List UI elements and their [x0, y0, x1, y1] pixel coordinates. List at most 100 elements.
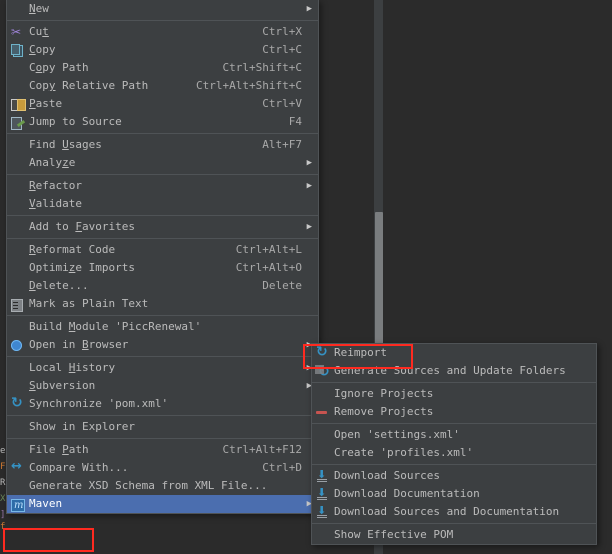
menu-item-label: Show Effective POM [334, 528, 454, 541]
submenu-item-download-documentation[interactable]: Download Documentation▶ [312, 484, 596, 503]
menu-item-shortcut: Ctrl+Alt+F12 [222, 443, 302, 456]
menu-separator [7, 315, 318, 316]
menu-separator [7, 438, 318, 439]
menu-item-label: Synchronize 'pom.xml' [29, 397, 169, 410]
compare-icon [7, 458, 29, 477]
menu-item-file-path[interactable]: File PathCtrl+Alt+F12▶ [7, 441, 318, 459]
jump-to-source-icon-glyph [11, 117, 22, 130]
menu-icon-slot [7, 241, 29, 259]
menu-item-label: Build Module 'PiccRenewal' [29, 320, 202, 333]
menu-item-label: Refactor [29, 179, 82, 192]
submenu-item-download-sources-and-documentation[interactable]: Download Sources and Documentation▶ [312, 502, 596, 521]
menu-icon-slot [7, 441, 29, 459]
menu-item-label: Copy [29, 43, 56, 56]
menu-icon-slot [7, 195, 29, 213]
reimport-refresh-icon [312, 343, 334, 362]
chevron-right-icon: ▶ [306, 4, 312, 14]
menu-icon-slot [312, 385, 334, 403]
download-icon-glyph [316, 466, 328, 484]
submenu-item-generate-sources-and-update-folders[interactable]: Generate Sources and Update Folders▶ [312, 362, 596, 381]
plain-text-icon-glyph [11, 299, 23, 312]
globe-icon-glyph [11, 340, 22, 351]
menu-item-cut[interactable]: CutCtrl+X▶ [7, 23, 318, 41]
menu-separator [7, 174, 318, 175]
paste-icon-glyph [11, 99, 26, 111]
submenu-item-open-settings-xml[interactable]: Open 'settings.xml'▶ [312, 426, 596, 444]
menu-item-shortcut: Ctrl+Alt+L [235, 243, 302, 256]
menu-item-label: Delete... [29, 279, 89, 292]
menu-item-label: Copy Path [29, 61, 89, 74]
menu-separator [312, 464, 596, 465]
submenu-item-show-effective-pom[interactable]: Show Effective POM▶ [312, 526, 596, 544]
menu-item-optimize-imports[interactable]: Optimize ImportsCtrl+Alt+O▶ [7, 259, 318, 277]
menu-item-label: Mark as Plain Text [29, 297, 149, 310]
scissors-icon [7, 23, 29, 41]
background-text-fragment: R [0, 478, 6, 488]
maven-icon-glyph [11, 497, 25, 515]
menu-item-label: Optimize Imports [29, 261, 135, 274]
menu-item-subversion[interactable]: Subversion ▶ [7, 377, 318, 395]
submenu-item-reimport[interactable]: Reimport▶ [312, 343, 596, 362]
menu-icon-slot [312, 526, 334, 544]
menu-item-show-in-explorer[interactable]: Show in Explorer▶ [7, 418, 318, 436]
menu-item-new[interactable]: New ▶ [7, 0, 318, 18]
plain-text-icon [7, 295, 29, 313]
chevron-right-icon: ▶ [306, 181, 312, 191]
menu-separator [7, 133, 318, 134]
menu-icon-slot [7, 154, 29, 172]
ide-window: eFRX] f New ▶ Cut Ctrl+X ▶ Copy Ctrl+C ▶ Copy Pat… [0, 0, 612, 554]
sync-icon [7, 394, 29, 413]
menu-icon-slot [7, 277, 29, 295]
reimport-refresh-icon-glyph [316, 343, 329, 361]
download-icon [312, 502, 334, 521]
menu-item-validate[interactable]: Validate▶ [7, 195, 318, 213]
menu-item-label: Open 'settings.xml' [334, 428, 460, 441]
menu-item-copy[interactable]: CopyCtrl+C▶ [7, 41, 318, 59]
submenu-item-download-sources[interactable]: Download Sources▶ [312, 466, 596, 485]
remove-minus-icon-glyph [316, 411, 327, 414]
menu-separator [312, 382, 596, 383]
menu-item-label: Download Sources [334, 469, 440, 482]
background-text-fragment: ] [0, 510, 6, 520]
file-context-menu[interactable]: New ▶ Cut Ctrl+X ▶ Copy Ctrl+C ▶ Copy Path Ctrl+S… [6, 0, 319, 515]
menu-item-refactor[interactable]: Refactor ▶ [7, 177, 318, 195]
menu-item-analyze[interactable]: Analyze ▶ [7, 154, 318, 172]
menu-item-find-usages[interactable]: Find UsagesAlt+F7▶ [7, 136, 318, 154]
menu-separator [312, 423, 596, 424]
menu-item-add-to-favorites[interactable]: Add to Favorites ▶ [7, 218, 318, 236]
menu-item-label: Create 'profiles.xml' [334, 446, 474, 459]
copy-icon [7, 41, 29, 59]
menu-icon-slot [7, 177, 29, 195]
menu-item-compare-with[interactable]: Compare With...Ctrl+D▶ [7, 458, 318, 477]
menu-item-label: Generate Sources and Update Folders [334, 364, 566, 377]
menu-item-label: Jump to Source [29, 115, 122, 128]
highlight-box-maven [3, 528, 94, 552]
menu-item-copy-relative-path[interactable]: Copy Relative PathCtrl+Alt+Shift+C▶ [7, 77, 318, 95]
generate-sources-icon [312, 362, 334, 381]
scrollbar-thumb[interactable] [375, 212, 383, 345]
submenu-item-remove-projects[interactable]: Remove Projects▶ [312, 403, 596, 421]
menu-item-shortcut: Ctrl+V [262, 97, 302, 110]
menu-item-generate-xsd-schema-from-xml-file[interactable]: Generate XSD Schema from XML File...▶ [7, 477, 318, 495]
submenu-item-ignore-projects[interactable]: Ignore Projects▶ [312, 385, 596, 403]
menu-separator [312, 523, 596, 524]
submenu-item-create-profiles-xml[interactable]: Create 'profiles.xml'▶ [312, 444, 596, 462]
menu-item-build-module-piccrenewal[interactable]: Build Module 'PiccRenewal'▶ [7, 318, 318, 336]
download-icon [312, 484, 334, 503]
menu-item-maven[interactable]: Maven▶ [7, 495, 318, 515]
maven-submenu[interactable]: Reimport▶Generate Sources and Update Fol… [311, 343, 597, 545]
menu-item-mark-as-plain-text[interactable]: Mark as Plain Text▶ [7, 295, 318, 313]
menu-icon-slot [7, 477, 29, 495]
menu-item-jump-to-source[interactable]: Jump to SourceF4▶ [7, 113, 318, 131]
menu-item-copy-path[interactable]: Copy PathCtrl+Shift+C▶ [7, 59, 318, 77]
menu-item-paste[interactable]: PasteCtrl+V▶ [7, 95, 318, 113]
menu-item-local-history[interactable]: Local History ▶ [7, 359, 318, 377]
menu-item-delete[interactable]: Delete...Delete▶ [7, 277, 318, 295]
menu-item-reformat-code[interactable]: Reformat CodeCtrl+Alt+L▶ [7, 241, 318, 259]
menu-icon-slot [7, 259, 29, 277]
background-text-fragment: F [0, 462, 6, 472]
menu-item-open-in-browser[interactable]: Open in Browser ▶ [7, 336, 318, 354]
menu-icon-slot [7, 136, 29, 154]
menu-item-synchronize-pom-xml[interactable]: Synchronize 'pom.xml'▶ [7, 394, 318, 413]
menu-icon-slot [7, 377, 29, 395]
